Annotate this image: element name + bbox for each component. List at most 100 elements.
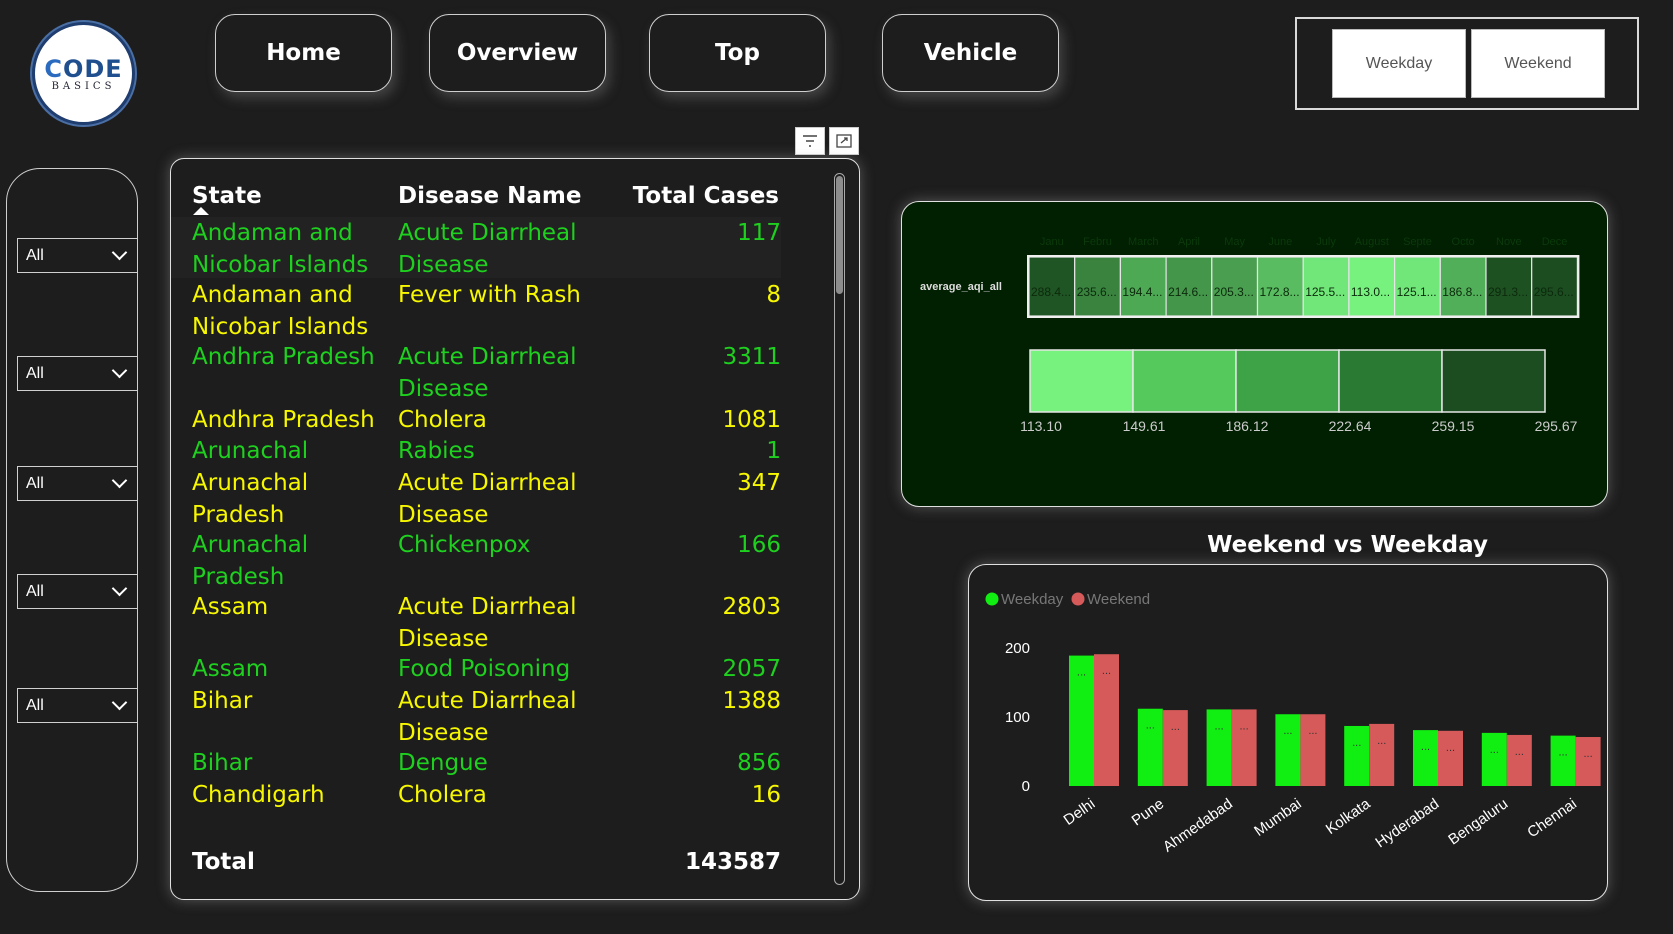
- cell-disease: Rabies: [398, 438, 475, 465]
- bar-weekend[interactable]: [1506, 734, 1532, 786]
- heatmap-month-label: Septe: [1403, 236, 1432, 248]
- cell-disease: Fever with Rash: [398, 282, 581, 309]
- bar-data-label: ...: [1515, 746, 1524, 758]
- bar-data-label: ...: [1559, 747, 1568, 759]
- bar-weekday[interactable]: [1344, 725, 1370, 786]
- filter-dropdown-5[interactable]: All: [17, 688, 138, 723]
- table-row[interactable]: Andaman and Nicobar Islands Acute Diarrhe…: [171, 217, 781, 279]
- filter-dropdown-1[interactable]: All: [17, 238, 138, 273]
- heatmap-cell-label: 291.3...: [1488, 285, 1528, 299]
- scrollbar-thumb[interactable]: [836, 176, 843, 294]
- x-axis-category-label: Kolkata: [1323, 795, 1374, 838]
- cell-total-cases: 1081: [722, 406, 781, 433]
- heatmap-cell-label: 295.6...: [1534, 285, 1574, 299]
- table-row[interactable]: Bihar Acute Diarrheal Disease 1388: [171, 685, 781, 746]
- cell-total-cases: 16: [751, 781, 781, 808]
- heatmap-cell-label: 194.4...: [1122, 285, 1162, 299]
- weekend-button[interactable]: Weekend: [1471, 29, 1605, 98]
- x-axis-category-label: Pune: [1129, 795, 1167, 829]
- bar-weekday[interactable]: [1550, 735, 1576, 786]
- bar-weekday[interactable]: [1413, 730, 1438, 786]
- focus-mode-icon[interactable]: [829, 127, 859, 155]
- bar-data-label: ...: [1077, 667, 1086, 679]
- heatmap-month-label: June: [1268, 236, 1292, 248]
- bar-weekend[interactable]: [1369, 723, 1395, 786]
- cell-total-cases: 3311: [722, 344, 781, 371]
- bar-weekend[interactable]: [1438, 730, 1463, 786]
- table-row[interactable]: Bihar Dengue 856: [171, 747, 781, 778]
- filter-icon[interactable]: [795, 127, 825, 155]
- chevron-down-icon: [111, 362, 128, 379]
- cell-total-cases: 1: [766, 438, 781, 465]
- bar-data-label: ...: [1421, 741, 1430, 753]
- color-scale-tick: 295.67: [1535, 418, 1578, 434]
- aqi-heatmap-card: average_aqi_all Janu 288.4... Febru 235.6...…: [901, 201, 1608, 507]
- table-row[interactable]: Arunachal Pradesh Chickenpox 166: [171, 529, 781, 590]
- heatmap-month-label: March: [1128, 236, 1159, 248]
- chevron-down-icon: [111, 244, 128, 261]
- column-header-total-cases[interactable]: Total Cases: [633, 183, 779, 209]
- color-scale-tick: 222.64: [1329, 418, 1372, 434]
- cell-state: Bihar: [192, 688, 253, 714]
- filter-dropdown-2[interactable]: All: [17, 356, 138, 391]
- cell-total-cases: 117: [737, 220, 781, 246]
- table-row[interactable]: Assam Food Poisoning 2057: [171, 653, 781, 684]
- table-row[interactable]: Chandigarh Cholera 16: [171, 779, 781, 810]
- table-row[interactable]: Andhra Pradesh Acute Diarrheal Disease 331…: [171, 341, 781, 402]
- cell-state: Arunachal Pradesh: [192, 532, 309, 590]
- aqi-heatmap: average_aqi_all Janu 288.4... Febru 235.6...…: [920, 236, 1580, 434]
- bar-data-label: ...: [1377, 735, 1386, 747]
- dropdown-value: All: [26, 364, 44, 382]
- legend-label-weekend[interactable]: Weekend: [1087, 591, 1150, 608]
- x-axis-category-label: Chennai: [1524, 795, 1580, 841]
- nav-vehicle-button[interactable]: Vehicle: [882, 14, 1059, 92]
- weekday-button[interactable]: Weekday: [1332, 29, 1466, 98]
- bar-weekend[interactable]: [1575, 737, 1601, 786]
- color-scale-segment: [1235, 349, 1340, 413]
- heatmap-cell-label: 288.4...: [1031, 285, 1071, 299]
- cell-disease: Chickenpox: [398, 532, 531, 558]
- bar-data-label: ...: [1584, 748, 1593, 760]
- cell-total-cases: 166: [737, 532, 781, 558]
- cell-state: Andaman and Nicobar Islands: [192, 282, 369, 341]
- cell-disease: Acute Diarrheal Disease: [398, 688, 577, 746]
- cell-disease: Acute Diarrheal Disease: [398, 220, 577, 278]
- heatmap-month-label: Nove: [1496, 236, 1522, 248]
- table-row[interactable]: Andaman and Nicobar Islands Fever with Ra…: [171, 279, 781, 340]
- nav-overview-button[interactable]: Overview: [429, 14, 606, 92]
- nav-top-button[interactable]: Top: [649, 14, 826, 92]
- table-scrollbar[interactable]: [834, 173, 845, 885]
- table-row[interactable]: Assam Acute Diarrheal Disease 2803: [171, 591, 781, 652]
- cell-state: Arunachal: [192, 438, 309, 465]
- heatmap-month-label: July: [1316, 236, 1336, 248]
- bar-data-label: ...: [1146, 720, 1155, 732]
- heatmap-cell-label: 186.8...: [1442, 285, 1482, 299]
- x-axis-category-label: Hyderabad: [1372, 795, 1442, 851]
- chart-title: Weekend vs Weekday: [1207, 532, 1488, 558]
- cell-total-cases: 856: [737, 750, 781, 777]
- heatmap-cell-label: 172.8...: [1260, 285, 1300, 299]
- cell-state: Assam: [192, 656, 269, 683]
- legend-marker-weekend: [1071, 592, 1085, 606]
- heatmap-month-label: August: [1355, 236, 1389, 248]
- table-row[interactable]: Andhra Pradesh Cholera 1081: [171, 404, 781, 435]
- filter-dropdown-3[interactable]: All: [17, 466, 138, 501]
- color-scale-tick: 259.15: [1432, 418, 1475, 434]
- heatmap-month-label: Octo: [1452, 236, 1475, 248]
- cell-disease: Cholera: [398, 406, 487, 433]
- nav-home-button[interactable]: Home: [215, 14, 392, 92]
- column-header-disease[interactable]: Disease Name: [398, 183, 581, 209]
- table-row[interactable]: Arunachal Rabies 1: [171, 435, 781, 466]
- legend-label-weekday[interactable]: Weekday: [1001, 591, 1064, 608]
- bar-weekday[interactable]: [1481, 732, 1507, 786]
- table-row[interactable]: Arunachal Pradesh Acute Diarrheal Disease…: [171, 467, 781, 528]
- x-axis-category-label: Bengaluru: [1445, 795, 1511, 848]
- column-header-state[interactable]: State: [192, 183, 262, 209]
- dropdown-value: All: [26, 696, 44, 714]
- color-scale-segment: [1132, 349, 1237, 413]
- heatmap-cell-label: 125.1...: [1397, 285, 1437, 299]
- bar-data-label: ...: [1102, 665, 1111, 677]
- heatmap-row-label: average_aqi_all: [920, 281, 1002, 293]
- filter-dropdown-4[interactable]: All: [17, 574, 138, 609]
- bar-data-label: ...: [1215, 720, 1224, 732]
